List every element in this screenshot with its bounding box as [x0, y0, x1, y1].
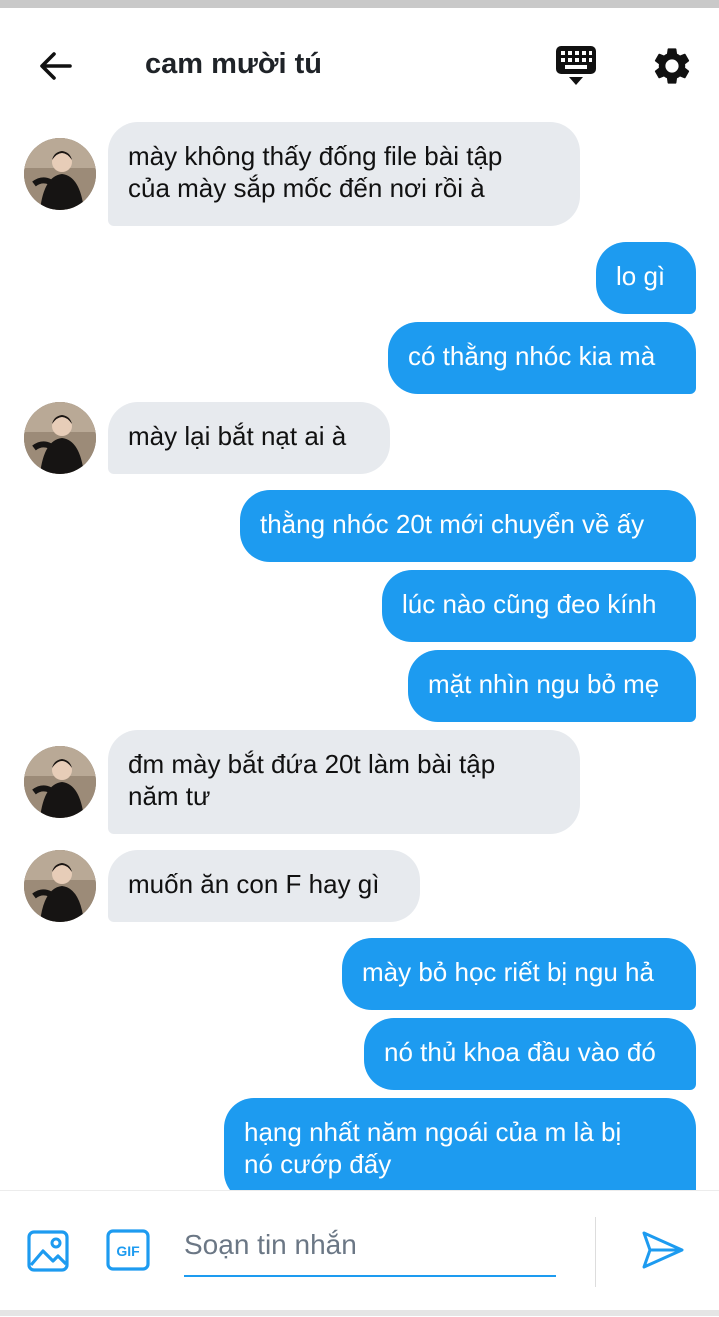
- arrow-left-icon: [40, 52, 72, 80]
- back-button[interactable]: [36, 46, 76, 86]
- incoming-message: muốn ăn con F hay gì: [0, 850, 719, 922]
- message-text: mày không thấy đống file bài tập: [128, 141, 503, 171]
- avatar[interactable]: [24, 138, 96, 210]
- avatar[interactable]: [24, 850, 96, 922]
- incoming-message: mày không thấy đống file bài tập của mày …: [0, 122, 719, 226]
- gif-icon: GIF: [106, 1229, 150, 1271]
- message-text: nó thủ khoa đầu vào đó: [384, 1037, 656, 1067]
- add-gif-button[interactable]: GIF: [106, 1229, 150, 1271]
- message-text: mày lại bắt nạt ai à: [128, 421, 347, 451]
- message-input[interactable]: [184, 1219, 556, 1277]
- message-bubble[interactable]: mày lại bắt nạt ai à: [108, 402, 390, 474]
- image-icon: [27, 1230, 69, 1272]
- message-bubble[interactable]: mày bỏ học riết bị ngu hả: [342, 938, 696, 1010]
- message-bubble[interactable]: thằng nhóc 20t mới chuyển về ấy: [240, 490, 696, 562]
- keyboard-shortcuts-button[interactable]: [554, 44, 598, 88]
- incoming-message: đm mày bắt đứa 20t làm bài tập năm tư: [0, 730, 719, 834]
- message-composer: GIF: [0, 1190, 719, 1317]
- conversation-title: cam mười tú: [145, 48, 322, 80]
- message-text: lúc nào cũng đeo kính: [402, 589, 657, 619]
- send-icon: [642, 1231, 684, 1269]
- message-text: muốn ăn con F hay gì: [128, 869, 380, 899]
- nav-bar-strip: [0, 1310, 719, 1316]
- message-bubble[interactable]: mày không thấy đống file bài tập của mày …: [108, 122, 580, 226]
- message-text: mày bỏ học riết bị ngu hả: [362, 957, 654, 987]
- message-bubble[interactable]: đm mày bắt đứa 20t làm bài tập năm tư: [108, 730, 580, 834]
- add-image-button[interactable]: [26, 1229, 70, 1273]
- send-button[interactable]: [640, 1227, 686, 1273]
- message-bubble[interactable]: mặt nhìn ngu bỏ mẹ: [408, 650, 696, 722]
- outgoing-message: thằng nhóc 20t mới chuyển về ấy: [0, 490, 719, 562]
- outgoing-message: lo gì: [0, 242, 719, 314]
- svg-text:GIF: GIF: [116, 1243, 140, 1259]
- incoming-message: mày lại bắt nạt ai à: [0, 402, 719, 474]
- message-text: lo gì: [616, 261, 666, 291]
- message-text: của mày sắp mốc đến nơi rồi à: [128, 173, 485, 203]
- avatar[interactable]: [24, 402, 96, 474]
- message-bubble[interactable]: lúc nào cũng đeo kính: [382, 570, 696, 642]
- status-strip: [0, 0, 719, 8]
- message-text: có thằng nhóc kia mà: [408, 341, 656, 371]
- message-bubble[interactable]: hạng nhất năm ngoái của m là bị nó cướp đ…: [224, 1098, 696, 1202]
- message-text: năm tư: [128, 781, 211, 811]
- composer-divider: [595, 1217, 596, 1287]
- message-bubble[interactable]: có thằng nhóc kia mà: [388, 322, 696, 394]
- gear-icon: [654, 48, 690, 84]
- outgoing-message: hạng nhất năm ngoái của m là bị nó cướp đ…: [0, 1098, 719, 1202]
- outgoing-message: lúc nào cũng đeo kính: [0, 570, 719, 642]
- outgoing-message: nó thủ khoa đầu vào đó: [0, 1018, 719, 1090]
- outgoing-message: mày bỏ học riết bị ngu hả: [0, 938, 719, 1010]
- message-text: mặt nhìn ngu bỏ mẹ: [428, 669, 660, 699]
- avatar[interactable]: [24, 746, 96, 818]
- message-text: nó cướp đấy: [244, 1149, 392, 1179]
- outgoing-message: có thằng nhóc kia mà: [0, 322, 719, 394]
- message-bubble[interactable]: nó thủ khoa đầu vào đó: [364, 1018, 696, 1090]
- keyboard-icon: [556, 46, 596, 85]
- outgoing-message: mặt nhìn ngu bỏ mẹ: [0, 650, 719, 722]
- message-text: thằng nhóc 20t mới chuyển về ấy: [260, 509, 645, 539]
- message-bubble[interactable]: muốn ăn con F hay gì: [108, 850, 420, 922]
- message-bubble[interactable]: lo gì: [596, 242, 696, 314]
- chat-header: cam mười tú: [0, 8, 719, 112]
- message-text: đm mày bắt đứa 20t làm bài tập: [128, 749, 496, 779]
- message-text: hạng nhất năm ngoái của m là bị: [244, 1117, 622, 1147]
- settings-button[interactable]: [650, 44, 694, 88]
